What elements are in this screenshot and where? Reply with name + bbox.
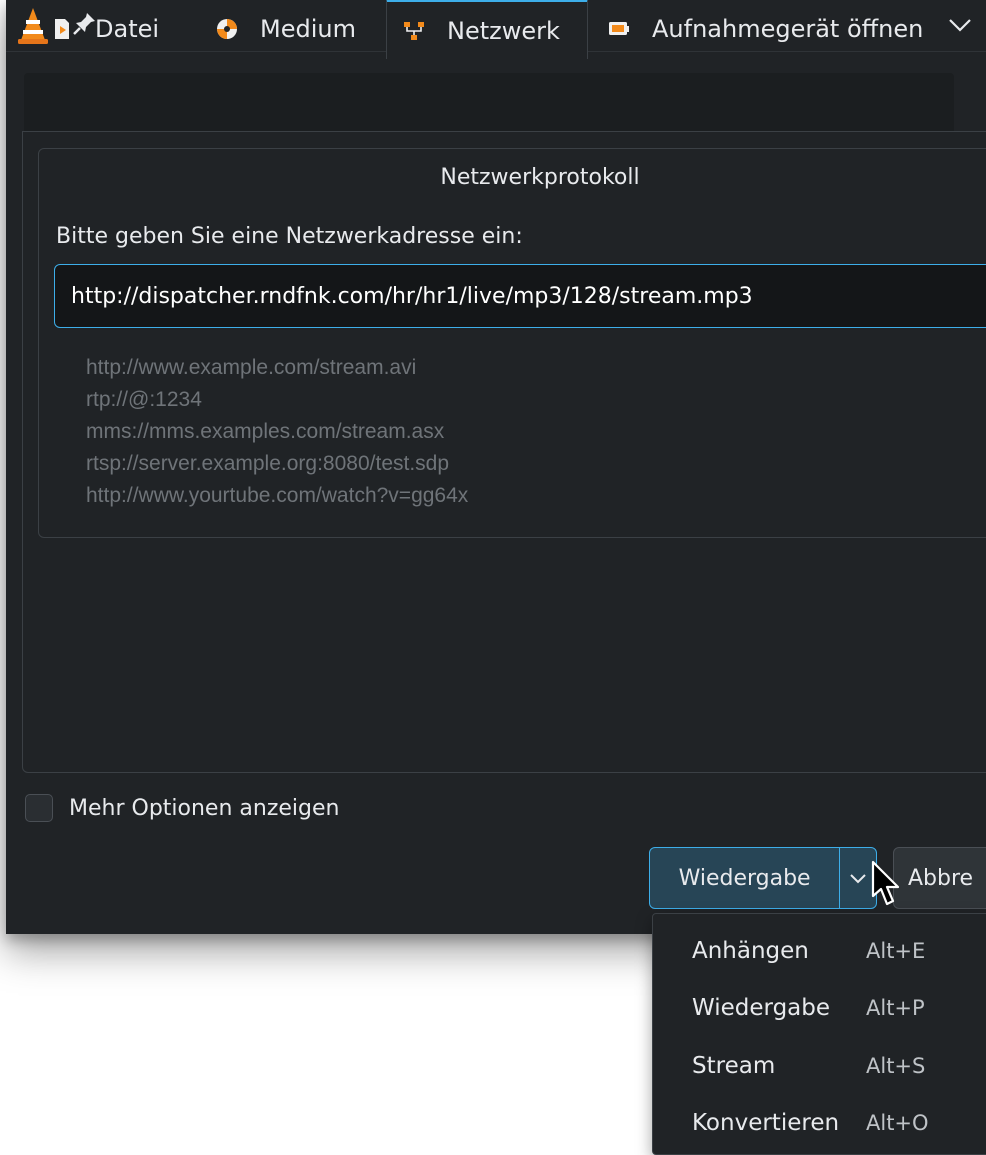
menu-item-convert[interactable]: Konvertieren Alt+O [653, 1095, 986, 1151]
disc-icon [217, 19, 237, 39]
menu-item-stream[interactable]: Stream Alt+S [653, 1038, 986, 1094]
menu-item-play[interactable]: Wiedergabe Alt+P [653, 980, 986, 1036]
play-button[interactable]: Wiedergabe [650, 866, 839, 891]
cancel-button[interactable]: Abbre [893, 847, 986, 909]
play-options-menu: Anhängen Alt+E Wiedergabe Alt+P Stream A… [652, 913, 986, 1155]
menu-item-enqueue[interactable]: Anhängen Alt+E [653, 923, 986, 979]
tab-disc[interactable]: Medium [216, 0, 356, 58]
play-split-button[interactable]: Wiedergabe [649, 847, 877, 909]
tab-file[interactable]: Datei [51, 0, 159, 58]
menu-item-label: Wiedergabe [692, 995, 831, 1021]
menu-item-shortcut: Alt+O [866, 1111, 929, 1135]
network-url-input[interactable] [54, 264, 986, 328]
example-url: http://www.yourtube.com/watch?v=gg64x [86, 484, 469, 507]
network-icon [404, 21, 424, 40]
example-url: http://www.example.com/stream.avi [86, 356, 417, 379]
file-icon [55, 19, 69, 39]
example-url: mms://mms.examples.com/stream.asx [86, 420, 445, 443]
menu-item-label: Anhängen [692, 938, 809, 964]
menu-item-label: Konvertieren [692, 1110, 840, 1136]
chevron-down-icon [850, 874, 866, 884]
more-options-label: Mehr Optionen anzeigen [69, 795, 340, 821]
network-address-label: Bitte geben Sie eine Netzwerkadresse ein… [56, 224, 523, 249]
tab-capture-device[interactable]: Aufnahmegerät öffnen [608, 0, 923, 58]
tab-label: Datei [95, 15, 160, 43]
example-url: rtsp://server.example.org:8080/test.sdp [86, 452, 450, 475]
more-options-checkbox[interactable] [25, 794, 53, 822]
menu-item-shortcut: Alt+P [866, 996, 925, 1020]
tab-bar [24, 73, 954, 131]
tab-label: Medium [260, 15, 356, 43]
menu-item-shortcut: Alt+E [866, 939, 926, 963]
menu-item-shortcut: Alt+S [866, 1054, 926, 1078]
menu-item-label: Stream [692, 1053, 776, 1079]
chevron-down-icon[interactable] [946, 14, 974, 36]
tab-label: Aufnahmegerät öffnen [652, 15, 924, 43]
example-url: rtp://@:1234 [86, 388, 202, 411]
group-title: Netzwerkprotokoll [440, 165, 640, 190]
example-urls: http://www.example.com/stream.avi rtp://… [86, 352, 468, 512]
capture-device-icon [609, 22, 629, 35]
more-options-row[interactable]: Mehr Optionen anzeigen [25, 794, 339, 822]
tab-network[interactable]: Netzwerk [386, 0, 588, 59]
mouse-cursor-icon [871, 860, 900, 906]
tab-label: Netzwerk [447, 16, 560, 45]
